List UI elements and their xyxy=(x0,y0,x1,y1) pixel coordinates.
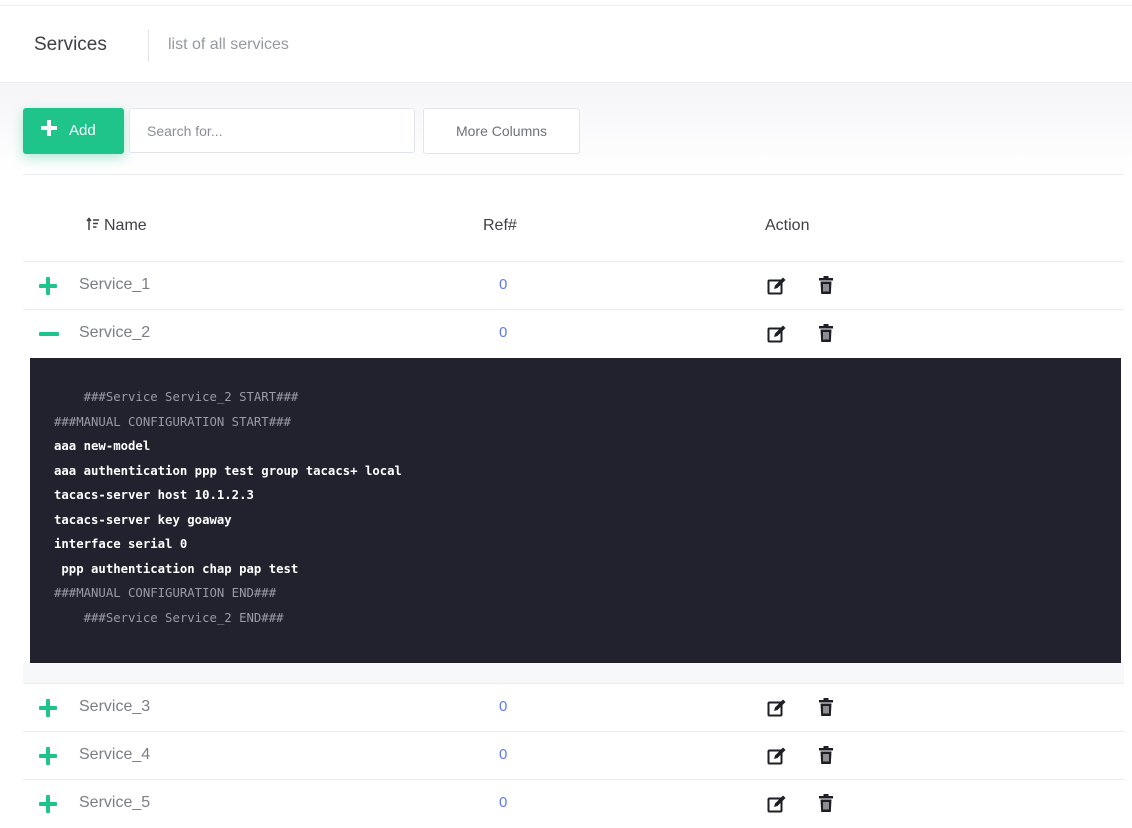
service-name: Service_3 xyxy=(79,698,151,715)
ref-count-link[interactable]: 0 xyxy=(499,698,507,715)
page-subheader: Services list of all services xyxy=(0,6,1132,83)
trash-icon[interactable] xyxy=(818,323,834,343)
config-line: ###MANUAL CONFIGURATION START### xyxy=(54,414,291,429)
column-header-name-label: Name xyxy=(104,217,147,234)
plus-icon xyxy=(41,120,57,136)
config-line: ###MANUAL CONFIGURATION END### xyxy=(54,586,277,600)
collapse-minus-icon[interactable] xyxy=(39,325,59,343)
edit-icon[interactable] xyxy=(767,324,787,344)
table-row: Service_1 0 xyxy=(23,261,1124,310)
ref-count-link[interactable]: 0 xyxy=(499,794,507,811)
column-header-ref[interactable]: Ref# xyxy=(483,217,517,235)
trash-icon[interactable] xyxy=(818,275,834,295)
edit-icon[interactable] xyxy=(767,276,787,296)
add-button[interactable]: Add xyxy=(23,108,124,154)
page-description: list of all services xyxy=(168,36,289,53)
config-line: aaa authentication ppp test group tacacs… xyxy=(54,463,402,478)
more-columns-button[interactable]: More Columns xyxy=(423,108,580,154)
expand-plus-icon[interactable] xyxy=(39,795,57,813)
table-row: Service_3 0 xyxy=(23,683,1124,732)
table-row: Service_2 0 xyxy=(23,309,1124,358)
config-line: tacacs-server key goaway xyxy=(54,512,232,527)
ref-count-link[interactable]: 0 xyxy=(499,746,507,763)
config-line: ###Service Service_2 END### xyxy=(54,610,284,625)
detail-row-spacer xyxy=(23,663,1124,683)
trash-icon[interactable] xyxy=(818,697,834,717)
expand-plus-icon[interactable] xyxy=(39,277,57,295)
config-line: ppp authentication chap pap test xyxy=(54,561,299,576)
search-input[interactable] xyxy=(129,108,415,153)
config-line: ###Service Service_2 START### xyxy=(54,390,299,404)
page-title: Services xyxy=(34,34,107,55)
column-header-action: Action xyxy=(765,217,810,234)
subheader-separator xyxy=(148,30,149,62)
service-name: Service_5 xyxy=(79,794,151,811)
config-line: tacacs-server host 10.1.2.3 xyxy=(54,488,254,502)
sort-icon[interactable] xyxy=(86,217,100,234)
table-row: Service_5 0 xyxy=(23,779,1124,828)
edit-icon[interactable] xyxy=(767,698,787,718)
service-name: Service_2 xyxy=(79,324,151,341)
trash-icon[interactable] xyxy=(818,745,834,765)
ref-count-link[interactable]: 0 xyxy=(499,276,507,293)
add-button-label: Add xyxy=(69,122,96,139)
edit-icon[interactable] xyxy=(767,794,787,814)
config-line: interface serial 0 xyxy=(54,537,188,551)
toolbar-divider xyxy=(23,174,1124,175)
table-row: Service_4 0 xyxy=(23,731,1124,780)
config-line: aaa new-model xyxy=(54,439,151,453)
service-name: Service_4 xyxy=(79,746,151,763)
expand-plus-icon[interactable] xyxy=(39,699,57,717)
column-header-name[interactable]: Name xyxy=(86,217,147,235)
edit-icon[interactable] xyxy=(767,746,787,766)
service-config-block: ###Service Service_2 START### ###MANUAL C… xyxy=(30,358,1121,663)
trash-icon[interactable] xyxy=(818,793,834,813)
expand-plus-icon[interactable] xyxy=(39,747,57,765)
service-name: Service_1 xyxy=(79,276,151,293)
ref-count-link[interactable]: 0 xyxy=(499,324,507,341)
